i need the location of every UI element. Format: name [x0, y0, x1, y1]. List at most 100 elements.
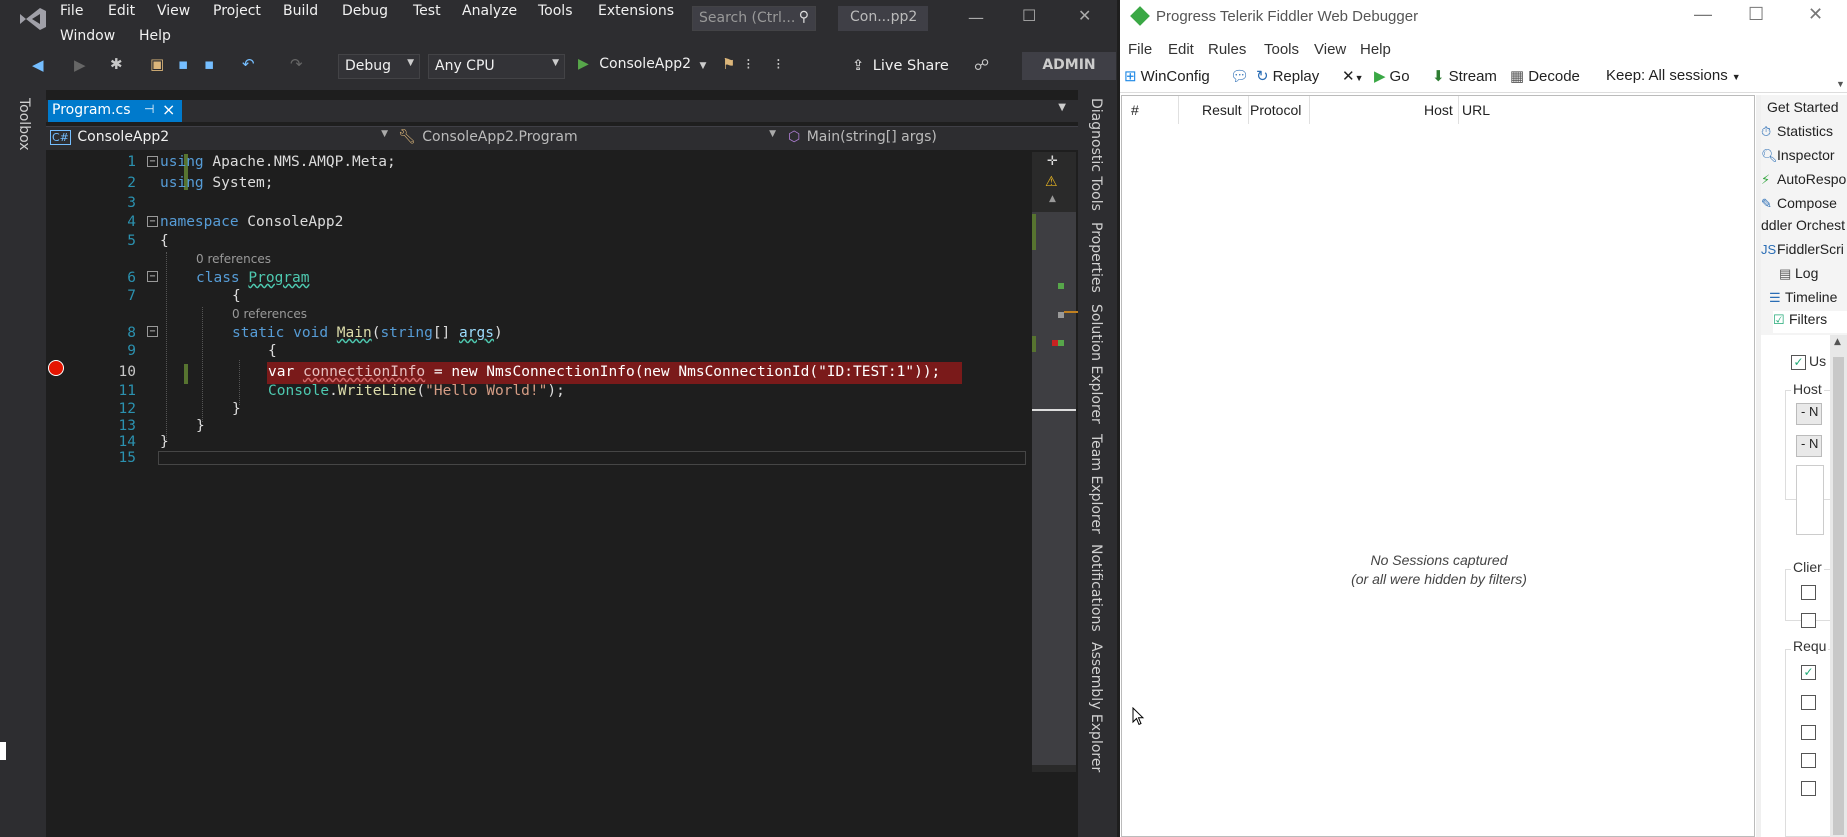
tab-team-explorer[interactable]: Team Explorer: [1088, 434, 1104, 534]
tab-inspectors[interactable]: 🔍︎Inspector: [1761, 147, 1847, 169]
scrollbar-thumb[interactable]: [1833, 357, 1844, 835]
menu-project[interactable]: Project: [213, 3, 261, 19]
maximize-icon[interactable]: ☐: [1748, 4, 1764, 25]
close-icon[interactable]: ✕: [1808, 4, 1823, 25]
scroll-up-arrow-icon[interactable]: ▲: [1834, 337, 1841, 347]
codelens-references[interactable]: 0 references: [196, 252, 271, 266]
replay-button[interactable]: ↻ Replay: [1256, 67, 1319, 85]
menu-file[interactable]: File: [1128, 41, 1152, 58]
save-icon[interactable]: ▪: [178, 55, 188, 73]
open-file-icon[interactable]: ▣: [150, 55, 164, 73]
collapse-icon[interactable]: −: [147, 216, 158, 227]
tab-notifications[interactable]: Notifications: [1088, 544, 1104, 632]
navigate-back-icon[interactable]: ◀: [32, 56, 44, 74]
code-editor[interactable]: 1 2 3 4 5 6 7 8 9 10 11 12 13 14 15 − − …: [46, 152, 1026, 837]
redo-icon[interactable]: ↷: [290, 55, 303, 73]
tab-timeline[interactable]: ☰ Timeline: [1769, 289, 1847, 311]
tab-orchestra[interactable]: ddler Orchest: [1761, 217, 1847, 239]
tab-list-chevron-icon[interactable]: ▼: [1058, 102, 1066, 113]
tab-log[interactable]: ▤ Log: [1779, 265, 1847, 287]
save-all-icon[interactable]: ▪: [204, 55, 214, 73]
quick-search-box[interactable]: Search (Ctrl... ⚲: [692, 6, 816, 31]
split-editor-icon[interactable]: ✛: [1047, 154, 1058, 169]
scrollbar-thumb[interactable]: [1032, 212, 1076, 765]
tab-filters[interactable]: ☑ Filters: [1773, 311, 1847, 333]
tab-composer[interactable]: ✎ Compose: [1761, 195, 1847, 217]
request-header-checkbox[interactable]: [1801, 695, 1816, 710]
tab-get-started[interactable]: Get Started: [1767, 99, 1847, 121]
hosts-filter-dropdown[interactable]: - N: [1796, 435, 1822, 457]
project-dropdown[interactable]: C# ConsoleApp2 ▼: [50, 129, 392, 149]
client-process-checkbox[interactable]: [1801, 613, 1816, 628]
undo-icon[interactable]: ↶: [242, 55, 255, 73]
menu-view[interactable]: View: [157, 3, 190, 19]
remove-sessions-button[interactable]: ✕▼: [1342, 67, 1364, 85]
pin-icon[interactable]: ⊣: [144, 102, 154, 116]
minimize-icon[interactable]: —: [968, 8, 984, 27]
feedback-icon[interactable]: ☍: [974, 56, 989, 74]
collapse-icon[interactable]: −: [147, 271, 158, 282]
menu-file[interactable]: File: [60, 3, 83, 19]
menu-help[interactable]: Help: [139, 28, 171, 44]
menu-help[interactable]: Help: [1360, 41, 1391, 58]
member-dropdown[interactable]: ⬡ Main(string[] args) ▼: [788, 129, 1120, 149]
minimize-icon[interactable]: —: [1694, 4, 1712, 25]
scroll-up-arrow-icon[interactable]: ▲: [1049, 194, 1056, 204]
menu-edit[interactable]: Edit: [1168, 41, 1194, 58]
tab-program-cs[interactable]: Program.cs ⊣ ×: [48, 100, 182, 122]
hosts-zone-dropdown[interactable]: - N: [1796, 403, 1822, 425]
winconfig-button[interactable]: ⊞ WinConfig: [1124, 67, 1210, 85]
menu-extensions[interactable]: Extensions: [598, 3, 674, 19]
maximize-icon[interactable]: ☐: [1022, 6, 1036, 25]
request-header-checkbox[interactable]: [1801, 781, 1816, 796]
hot-reload-icon[interactable]: ⚑: [722, 55, 735, 73]
request-header-checkbox[interactable]: [1801, 725, 1816, 740]
class-dropdown[interactable]: 🔧︎ ConsoleApp2.Program ▼: [398, 129, 780, 149]
solution-platform-dropdown[interactable]: Any CPU ▼: [428, 54, 565, 79]
breakpoint-icon[interactable]: [48, 360, 64, 376]
menu-analyze[interactable]: Analyze: [462, 3, 517, 19]
start-debugging-button[interactable]: ▶ ConsoleApp2 ▼: [578, 56, 706, 72]
toolbox-tab[interactable]: Toolbox: [16, 98, 32, 151]
tab-autoresponder[interactable]: ⚡︎ AutoRespor: [1761, 171, 1847, 193]
menu-debug[interactable]: Debug: [342, 3, 388, 19]
collapse-icon[interactable]: −: [147, 326, 158, 337]
sessions-list[interactable]: # Result Protocol Host URL No Sessions c…: [1121, 95, 1755, 837]
menu-build[interactable]: Build: [283, 3, 318, 19]
column-header-host[interactable]: Host: [1424, 102, 1453, 118]
new-project-icon[interactable]: ✱: [110, 55, 123, 73]
tab-statistics[interactable]: ⏱ Statistics: [1761, 123, 1847, 145]
menu-tools[interactable]: Tools: [538, 3, 573, 19]
menu-view[interactable]: View: [1314, 41, 1346, 58]
use-filters-checkbox[interactable]: ✓: [1791, 355, 1806, 370]
menu-rules[interactable]: Rules: [1208, 41, 1246, 58]
codelens-references[interactable]: 0 references: [232, 307, 307, 321]
tab-fiddlerscript[interactable]: JSFiddlerScri: [1761, 241, 1847, 263]
hosts-textbox[interactable]: [1796, 465, 1824, 535]
collapse-icon[interactable]: −: [147, 156, 158, 167]
menu-tools[interactable]: Tools: [1264, 41, 1299, 58]
tab-assembly-explorer[interactable]: Assembly Explorer: [1088, 642, 1104, 772]
column-header-number[interactable]: #: [1131, 102, 1139, 118]
keep-sessions-dropdown[interactable]: Keep: All sessions ▼: [1606, 67, 1741, 84]
comment-icon[interactable]: 💬︎: [1230, 67, 1249, 85]
menu-window[interactable]: Window: [60, 28, 115, 44]
close-tab-icon[interactable]: ×: [162, 100, 175, 119]
step-over-icon[interactable]: ⁝: [776, 55, 781, 73]
column-header-url[interactable]: URL: [1462, 102, 1490, 118]
decode-button[interactable]: ▦ Decode: [1510, 67, 1580, 85]
go-button[interactable]: ▶ Go: [1374, 67, 1410, 85]
navigate-forward-icon[interactable]: ▶: [74, 56, 86, 74]
tab-solution-explorer[interactable]: Solution Explorer: [1088, 304, 1104, 424]
tab-properties[interactable]: Properties: [1088, 222, 1104, 293]
overflow-chevron-icon[interactable]: ▼: [1836, 79, 1845, 89]
filters-vertical-scrollbar[interactable]: ▲: [1830, 335, 1847, 837]
client-process-checkbox[interactable]: [1801, 585, 1816, 600]
request-header-checkbox[interactable]: [1801, 753, 1816, 768]
close-icon[interactable]: ✕: [1078, 6, 1091, 25]
tab-diagnostic-tools[interactable]: Diagnostic Tools: [1088, 98, 1104, 211]
step-icon[interactable]: ⁝: [746, 55, 751, 73]
stream-button[interactable]: ⬇ Stream: [1432, 67, 1497, 85]
menu-test[interactable]: Test: [413, 3, 441, 19]
column-header-result[interactable]: Result: [1202, 102, 1242, 118]
